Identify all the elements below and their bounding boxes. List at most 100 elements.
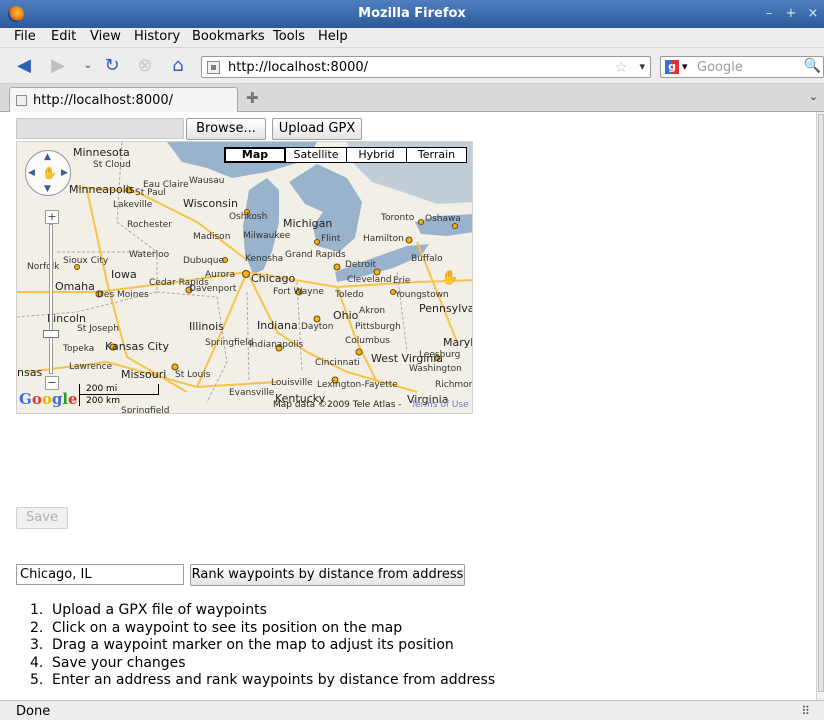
menu-edit[interactable]: Edit — [51, 29, 76, 44]
map-label-kansas-city: Kansas City — [105, 340, 169, 353]
map-label-akron: Akron — [359, 306, 386, 316]
search-icon[interactable]: 🔍 — [804, 58, 821, 74]
search-engine-dropdown-icon[interactable]: ▾ — [682, 60, 688, 73]
address-field[interactable]: Chicago, IL — [16, 564, 184, 585]
menu-tools[interactable]: Tools — [273, 29, 305, 44]
bookmark-star-icon[interactable]: ☆ — [615, 58, 628, 76]
new-tab-icon[interactable]: ✚ — [246, 89, 259, 107]
tab-list-icon[interactable]: ⌄ — [809, 90, 818, 103]
terms-of-use-link[interactable]: Terms of Use — [411, 400, 469, 410]
history-dropdown-icon[interactable]: ⌄ — [76, 54, 100, 78]
forward-icon[interactable]: ▶ — [46, 54, 70, 78]
map-label-dayton: Dayton — [301, 322, 334, 332]
map-label-oshkosh: Oshkosh — [229, 212, 268, 222]
rank-waypoints-button[interactable]: Rank waypoints by distance from address — [190, 564, 465, 586]
map-attribution: Map data ©2009 Tele Atlas - — [273, 400, 402, 410]
close-icon[interactable]: × — [804, 6, 822, 22]
map-view[interactable]: Minnesota St Cloud Minneapolis St Paul E… — [16, 141, 473, 414]
map-label-columbus: Columbus — [345, 336, 390, 346]
map-zoom-slider[interactable]: + − — [43, 210, 59, 390]
save-button[interactable]: Save — [16, 507, 68, 529]
tab-localhost[interactable]: http://localhost:8000/ — [9, 87, 238, 113]
map-label-pittsburgh: Pittsburgh — [355, 322, 401, 332]
map-label-davenport: Davenport — [189, 284, 237, 294]
map-label-buffalo: Buffalo — [411, 254, 443, 264]
reload-icon[interactable]: ↻ — [100, 54, 124, 78]
map-label-sioux-city: Sioux City — [63, 256, 109, 266]
scale-km: 200 km — [79, 395, 131, 406]
address-bar[interactable]: http://localhost:8000/ ☆ ▾ — [201, 56, 651, 78]
pan-hand-icon[interactable]: ✋ — [42, 166, 57, 180]
url-dropdown-icon[interactable]: ▾ — [639, 60, 645, 73]
scale-mi: 200 mi — [79, 384, 159, 395]
map-label-erie: Erie — [393, 276, 411, 286]
map-label-chicago: Chicago — [251, 272, 296, 285]
google-logo[interactable]: Google — [19, 390, 78, 408]
browse-button[interactable]: Browse... — [186, 118, 266, 140]
map-label-illinois: Illinois — [189, 320, 224, 333]
map-label-madison: Madison — [193, 232, 231, 242]
map-label-milwaukee: Milwaukee — [243, 231, 291, 241]
address-bar-url: http://localhost:8000/ — [228, 60, 369, 75]
vertical-scrollbar[interactable] — [816, 112, 824, 700]
pan-left-icon[interactable]: ◀ — [28, 168, 35, 178]
minimize-icon[interactable]: – — [760, 6, 778, 22]
menu-help[interactable]: Help — [318, 29, 348, 44]
tab-favicon-icon — [16, 95, 27, 106]
search-bar[interactable]: g ▾ Google 🔍 — [660, 56, 824, 78]
page-content: Browse... Upload GPX Minnesota St Cloud … — [0, 112, 816, 700]
resize-grip-icon[interactable]: ⠿ — [801, 704, 810, 718]
map-label-cleveland: Cleveland — [347, 275, 392, 285]
zoom-in-icon[interactable]: + — [45, 210, 59, 224]
map-label-indiana: Indiana — [257, 319, 298, 332]
map-label-springfield: Springfield — [205, 338, 254, 348]
map-type-terrain-button[interactable]: Terrain — [406, 147, 467, 163]
map-type-map-button[interactable]: Map — [224, 147, 286, 163]
pan-down-icon[interactable]: ▼ — [44, 184, 51, 194]
pan-right-icon[interactable]: ▶ — [61, 168, 68, 178]
map-label-toledo: Toledo — [335, 290, 364, 300]
map-label-rochester: Rochester — [127, 220, 172, 230]
map-label-ohio: Ohio — [333, 309, 359, 322]
map-label-wisconsin: Wisconsin — [183, 197, 238, 210]
menu-file[interactable]: File — [14, 29, 36, 44]
menu-bookmarks[interactable]: Bookmarks — [192, 29, 265, 44]
home-icon[interactable]: ⌂ — [166, 54, 190, 78]
list-item: 5. Enter an address and rank waypoints by… — [30, 672, 496, 688]
map-label-aurora: Aurora — [205, 270, 236, 280]
back-icon[interactable]: ◀ — [12, 54, 36, 78]
map-label-waterloo: Waterloo — [129, 250, 170, 260]
map-label-st-cloud: St Cloud — [93, 160, 131, 170]
stop-icon[interactable]: ⊗ — [133, 54, 157, 78]
list-item: 1. Upload a GPX file of waypoints — [30, 602, 267, 618]
site-favicon-icon — [207, 61, 220, 74]
map-label-eau-claire: Eau Claire — [143, 180, 189, 190]
google-g-icon[interactable]: g — [665, 60, 679, 74]
map-label-youngstown: Youngstown — [395, 290, 449, 300]
menu-history[interactable]: History — [134, 29, 180, 44]
file-path-field[interactable] — [16, 118, 184, 139]
list-item: 4. Save your changes — [30, 654, 186, 671]
map-label-toronto: Toronto — [381, 213, 415, 223]
instructions-list: 1. Upload a GPX file of waypoints 2. Click… — [30, 602, 590, 690]
scrollbar-thumb[interactable] — [818, 114, 824, 692]
map-label-lexington: Lexington-Fayette — [317, 380, 398, 390]
menu-bar: File Edit View History Bookmarks Tools H… — [0, 28, 824, 48]
map-type-satellite-button[interactable]: Satellite — [285, 147, 347, 163]
map-label-indianapolis: Indianapolis — [249, 340, 304, 350]
menu-view[interactable]: View — [90, 29, 121, 44]
maximize-icon[interactable]: + — [782, 6, 800, 22]
pan-up-icon[interactable]: ▲ — [44, 152, 51, 162]
map-label-flint: Flint — [321, 234, 341, 244]
map-type-hybrid-button[interactable]: Hybrid — [346, 147, 407, 163]
map-label-washington: Washington — [409, 364, 462, 374]
tab-strip: http://localhost:8000/ ✚ ⌄ — [0, 84, 824, 113]
zoom-out-icon[interactable]: − — [45, 376, 59, 390]
map-label-minneapolis: Minneapolis — [69, 183, 135, 196]
map-label-st-joseph: St Joseph — [77, 324, 119, 334]
map-label-omaha: Omaha — [55, 280, 95, 293]
zoom-handle[interactable] — [43, 330, 59, 338]
upload-gpx-button[interactable]: Upload GPX — [272, 118, 362, 140]
map-pan-control[interactable]: ▲ ▼ ◀ ▶ ✋ — [25, 150, 71, 196]
zoom-track[interactable] — [49, 224, 53, 374]
